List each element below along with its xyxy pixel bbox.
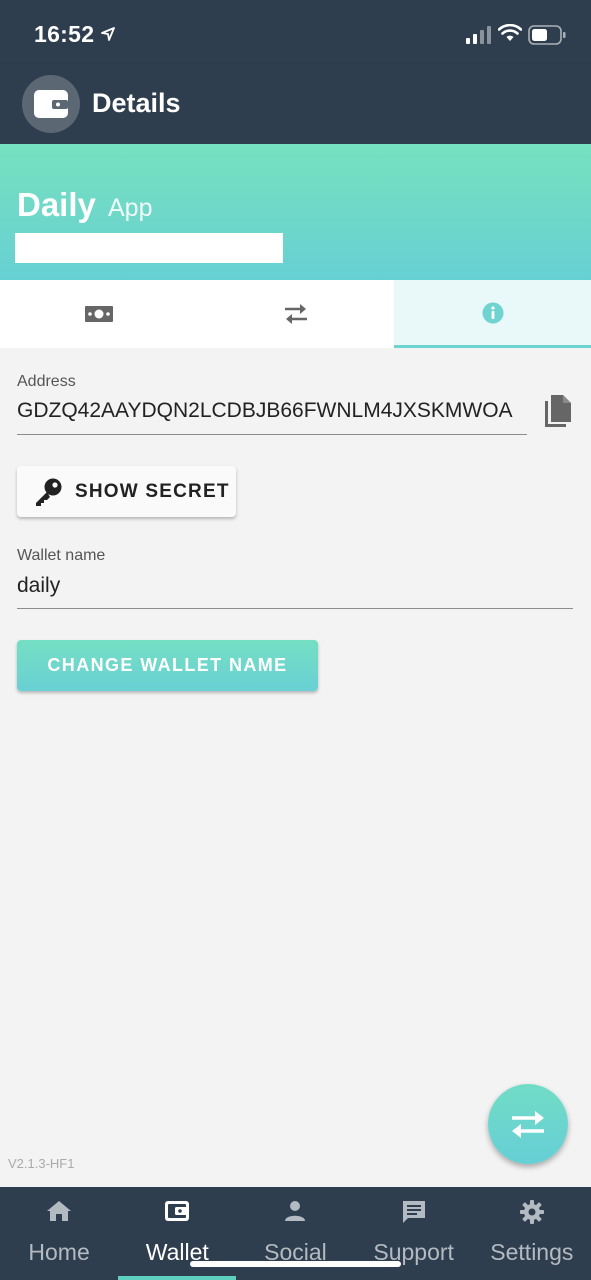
wallet-name-field[interactable]: daily	[17, 574, 573, 598]
wallet-name-heading: Daily	[17, 186, 96, 223]
nav-home[interactable]: Home	[0, 1187, 118, 1280]
tab-bar	[0, 280, 591, 348]
status-time: 16:52	[34, 21, 95, 47]
key-icon	[36, 478, 62, 506]
battery-icon	[528, 25, 566, 45]
wallet-avatar	[22, 75, 80, 133]
copy-icon[interactable]	[541, 393, 573, 429]
nav-home-label: Home	[28, 1239, 90, 1265]
address-field[interactable]: GDZQ42AAYDQN2LCDBJB66FWNLM4JXSKMWOA	[17, 399, 527, 423]
tab-balance[interactable]	[0, 280, 197, 348]
signal-icon	[466, 26, 491, 44]
status-bar: 16:52	[0, 0, 591, 64]
show-secret-label: SHOW SECRET	[75, 480, 230, 502]
change-wallet-name-button[interactable]: CHANGE WALLET NAME	[17, 640, 318, 691]
address-label: Address	[17, 373, 76, 390]
wifi-icon	[498, 24, 522, 41]
wallet-banner: Daily App	[0, 144, 591, 280]
app-bar: Details	[0, 64, 591, 144]
transfer-fab[interactable]	[488, 1084, 568, 1164]
wallet-name-label: Wallet name	[17, 547, 106, 564]
person-icon	[285, 1201, 306, 1221]
transfer-icon	[284, 304, 307, 324]
money-icon	[84, 306, 113, 322]
redacted-block	[15, 233, 283, 263]
transfer-icon	[512, 1111, 544, 1138]
change-wallet-name-label: CHANGE WALLET NAME	[47, 655, 288, 675]
chat-icon	[402, 1201, 425, 1223]
nav-settings-label: Settings	[490, 1239, 574, 1265]
wallet-subtitle: App	[108, 194, 153, 222]
wallet-icon	[34, 90, 68, 118]
wallet-name-underline	[17, 608, 573, 609]
info-icon	[482, 302, 503, 323]
page-title: Details	[92, 88, 181, 118]
address-underline	[17, 434, 527, 435]
home-indicator	[190, 1261, 401, 1267]
version-label: V2.1.3-HF1	[8, 1156, 75, 1171]
home-icon	[47, 1201, 72, 1221]
tab-transactions[interactable]	[197, 280, 394, 348]
tab-details[interactable]	[394, 280, 591, 348]
show-secret-button[interactable]: SHOW SECRET	[17, 466, 236, 517]
gear-icon	[519, 1200, 544, 1224]
wallet-icon	[165, 1201, 190, 1221]
nav-settings[interactable]: Settings	[473, 1187, 591, 1280]
location-arrow-icon	[101, 27, 115, 41]
